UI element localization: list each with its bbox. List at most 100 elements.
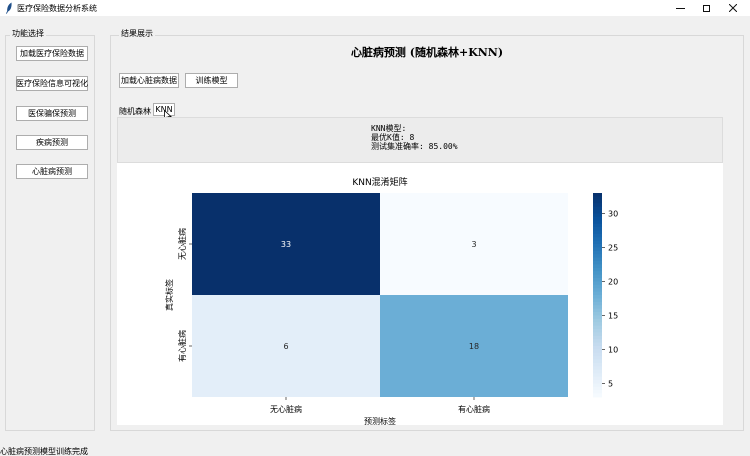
colorbar-tick-label: 20 xyxy=(608,277,618,286)
colorbar-segment xyxy=(593,325,602,330)
close-icon xyxy=(729,4,737,12)
colorbar-segment xyxy=(593,386,602,391)
insurance-visualization-button[interactable]: 医疗保险信息可视化 xyxy=(16,76,88,91)
cell-value-label: 18 xyxy=(469,342,479,351)
colorbar-segment xyxy=(593,312,602,316)
colorbar-segment xyxy=(593,332,602,337)
plot-canvas: 33 3 6 18 KNN混淆矩阵 无心脏病 有心脏病 预测标签 无心脏病 有心脏病 真实标签 5 10… xyxy=(117,163,723,426)
colorbar-segment xyxy=(593,346,602,350)
colorbar-segment xyxy=(593,267,602,272)
colorbar-segment xyxy=(593,383,602,388)
fraud-prediction-button[interactable]: 医保骗保预测 xyxy=(16,106,88,121)
best-k-text: 最优K值: 8 xyxy=(371,133,415,142)
status-bar: 心脏病预测模型训练完成 xyxy=(0,447,88,456)
colorbar-tick-label: 5 xyxy=(608,379,613,388)
colorbar-tick-label: 25 xyxy=(608,243,618,252)
colorbar-segment xyxy=(593,237,602,241)
colorbar-segment xyxy=(593,257,602,262)
colorbar-segment xyxy=(593,298,602,303)
colorbar-segment xyxy=(593,233,602,238)
colorbar-segment xyxy=(593,308,602,313)
model-info-panel: KNN模型: 最优K值: 8 测试集准确率: 85.00% xyxy=(117,117,723,163)
colorbar-segment xyxy=(593,288,602,292)
chart-title: KNN混淆矩阵 xyxy=(352,176,407,188)
colorbar-segment xyxy=(593,230,602,235)
colorbar-segment xyxy=(593,315,602,320)
tab-random-forest[interactable]: 随机森林 xyxy=(119,106,151,117)
colorbar-tick-label: 15 xyxy=(608,311,618,320)
colorbar-segment xyxy=(593,213,602,218)
colorbar-segment xyxy=(593,220,602,224)
close-button[interactable] xyxy=(720,0,746,16)
colorbar-segment xyxy=(593,318,602,323)
x-axis-label: 预测标签 xyxy=(364,416,396,425)
colorbar-segment xyxy=(593,342,602,347)
colorbar-segment xyxy=(593,356,602,360)
colorbar-segment xyxy=(593,203,602,207)
colorbar-segment xyxy=(593,206,602,211)
maximize-icon xyxy=(702,4,710,12)
colorbar-segment xyxy=(593,291,602,296)
colorbar-segment xyxy=(593,352,602,357)
colorbar-segment xyxy=(593,301,602,306)
x-tick-label: 有心脏病 xyxy=(458,404,490,414)
colorbar-segment xyxy=(593,216,602,221)
colorbar-segment xyxy=(593,376,602,381)
function-panel xyxy=(5,35,95,431)
colorbar-segment xyxy=(593,295,602,299)
colorbar-segment xyxy=(593,322,602,326)
page-title: 心脏病预测 (随机森林+KNN) xyxy=(350,46,504,59)
colorbar-segment xyxy=(593,284,602,289)
colorbar-tick-label: 10 xyxy=(608,345,618,354)
model-name-text: KNN模型: xyxy=(371,124,407,133)
colorbar-segment xyxy=(593,250,602,255)
feather-icon xyxy=(6,2,12,14)
colorbar-tick-label: 30 xyxy=(608,209,618,218)
results-panel-title: 结果展示 xyxy=(119,28,155,39)
colorbar-segment xyxy=(593,335,602,340)
function-panel-title: 功能选择 xyxy=(10,28,46,39)
colorbar-segment xyxy=(593,373,602,377)
colorbar-segment xyxy=(593,349,602,354)
maximize-button[interactable] xyxy=(693,0,719,16)
colorbar-segment xyxy=(593,329,602,333)
y-axis-label: 真实标签 xyxy=(164,279,174,311)
colorbar-segment xyxy=(593,193,602,197)
colorbar-segment xyxy=(593,281,602,286)
cell-value-label: 3 xyxy=(471,240,476,249)
colorbar-segment xyxy=(593,199,602,204)
minimize-button[interactable] xyxy=(667,0,693,16)
colorbar-segment xyxy=(593,271,602,275)
window-title: 医疗保险数据分析系统 xyxy=(17,4,97,13)
train-model-button[interactable]: 训练模型 xyxy=(185,73,238,88)
title-bar: 医疗保险数据分析系统 xyxy=(0,0,750,16)
accuracy-text: 测试集准确率: 85.00% xyxy=(371,142,458,151)
colorbar-segment xyxy=(593,196,602,201)
colorbar-segment xyxy=(593,274,602,279)
colorbar-segment xyxy=(593,223,602,228)
colorbar-segment xyxy=(593,247,602,252)
colorbar-segment xyxy=(593,369,602,374)
y-tick-label: 无心脏病 xyxy=(177,228,187,260)
colorbar-segment xyxy=(593,366,602,371)
colorbar-segment xyxy=(593,390,602,394)
colorbar-segment xyxy=(593,363,602,367)
colorbar-segment xyxy=(593,380,602,384)
confusion-matrix-chart: 33 36 18KNN混淆矩阵无心脏病 有心脏病预测标签无心脏病有心脏病真实标签510… xyxy=(164,176,618,426)
cell-value-label: 6 xyxy=(283,342,288,351)
colorbar-segment xyxy=(593,393,602,398)
colorbar-segment xyxy=(593,264,602,269)
load-heart-data-button[interactable]: 加载心脏病数据 xyxy=(119,73,179,88)
y-tick-label: 有心脏病 xyxy=(177,330,187,362)
minimize-icon xyxy=(675,7,685,9)
disease-prediction-button[interactable]: 疾病预测 xyxy=(16,135,88,150)
load-insurance-data-button[interactable]: 加载医疗保险数据 xyxy=(16,46,88,61)
colorbar-segment xyxy=(593,305,602,309)
colorbar-segment xyxy=(593,244,602,248)
colorbar-segment xyxy=(593,278,602,282)
heart-disease-prediction-button[interactable]: 心脏病预测 xyxy=(16,164,88,179)
colorbar-segment xyxy=(593,240,602,245)
colorbar-segment xyxy=(593,254,602,258)
x-tick-label: 无心脏病 xyxy=(270,404,302,414)
cell-value-label: 33 xyxy=(281,240,291,249)
